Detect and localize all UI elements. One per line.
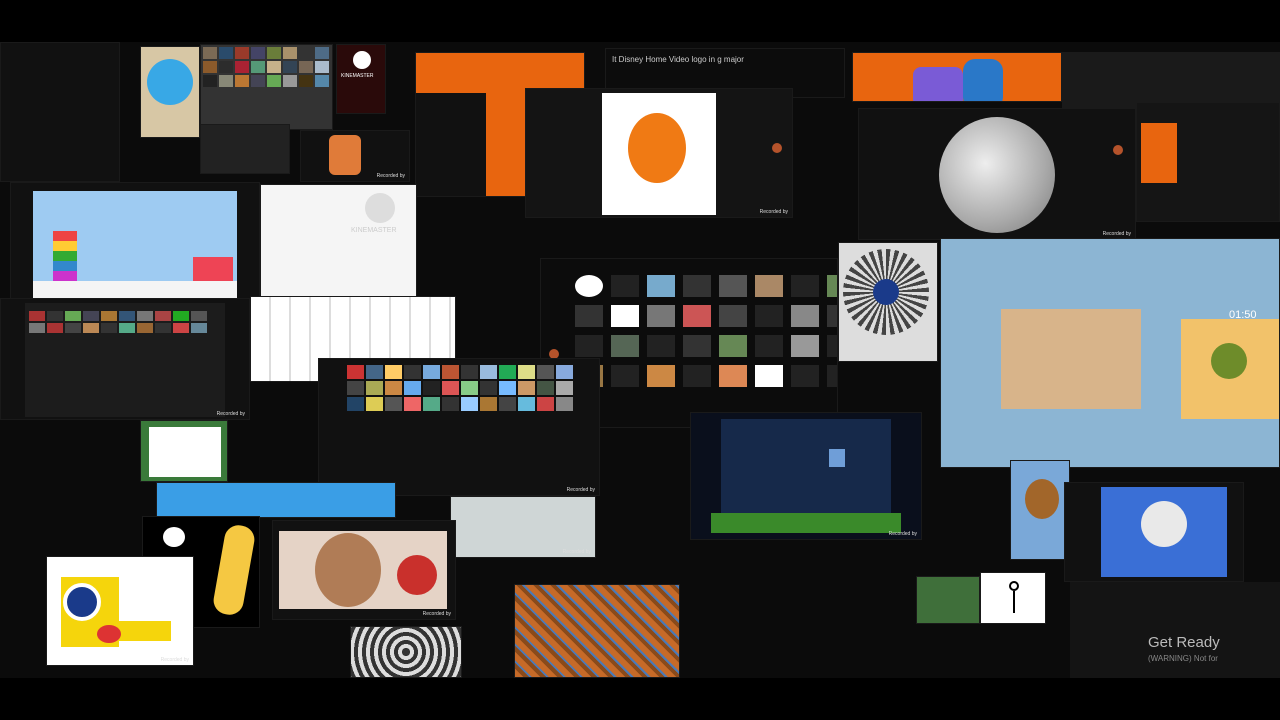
- gumball-icon: [147, 59, 193, 105]
- get-ready-text: Get Ready: [1148, 634, 1220, 651]
- kinemaster-logo-icon: [353, 51, 371, 69]
- recorded-watermark: Recorded by: [888, 531, 917, 537]
- cartoon-frame: [149, 427, 221, 477]
- recorded-watermark: Recorded by: [160, 657, 189, 663]
- white-tile: KINEMASTER: [260, 184, 417, 312]
- eye-icon: [63, 583, 101, 621]
- tower-tile: [10, 182, 260, 302]
- letterbox-bottom: [0, 678, 1280, 720]
- gumball-tile: [140, 46, 200, 138]
- tree-icon: [1025, 479, 1059, 519]
- astronaut-icon: [1141, 501, 1187, 547]
- video-title: It Disney Home Video logo in g major: [612, 55, 744, 64]
- big-mosaic-tile: Recorded by: [318, 358, 600, 496]
- stick-figure-icon: [1009, 581, 1019, 591]
- speech-bubble-icon: [163, 527, 185, 547]
- banana-character-icon: [211, 523, 257, 617]
- eye-tile: Recorded by: [46, 556, 194, 666]
- character-icon: [329, 135, 361, 175]
- small-mosaic: [200, 124, 290, 174]
- cartoon-hand-tile: [140, 420, 228, 482]
- kinemaster-logo-icon: [97, 625, 121, 643]
- recorded-watermark: Recorded by: [1102, 231, 1131, 237]
- blue-strip: [156, 482, 396, 518]
- spiral-icon: [350, 626, 462, 678]
- video-collage[interactable]: KINEMASTER Recorded by It Disney Home Vi…: [0, 42, 1280, 678]
- kinemaster-tile: KINEMASTER: [336, 44, 386, 114]
- elmo-tile: Recorded by: [525, 88, 793, 218]
- character-tile: Recorded by: [300, 130, 410, 182]
- night-scene: [721, 419, 891, 513]
- recorded-watermark: Recorded by: [566, 487, 595, 493]
- tree-tile: [1010, 460, 1070, 560]
- orange-shape: [1141, 123, 1177, 183]
- spiral-tile: [838, 242, 938, 362]
- cartoon-frame: [1181, 319, 1279, 419]
- elmo-frame: [602, 93, 716, 215]
- kinemaster-logo-icon: [365, 193, 395, 223]
- recorded-watermark: Recorded by: [562, 549, 591, 555]
- astronaut-tile: [1064, 482, 1244, 582]
- thumbnail-mosaic: [200, 44, 333, 130]
- dark-tile: [0, 42, 120, 182]
- warning-text: (WARNING) Not for: [1148, 654, 1218, 663]
- night-tile: Recorded by: [690, 412, 922, 540]
- spiral-icon: [843, 249, 929, 335]
- dark-tile: [1136, 102, 1280, 222]
- kinemaster-logo-icon: [772, 143, 782, 153]
- selfie-frame: [279, 531, 447, 609]
- screen-capture: [25, 303, 225, 417]
- moon-tile: Recorded by: [858, 108, 1136, 240]
- recorded-watermark: Recorded by: [422, 611, 451, 617]
- letterbox-top: [0, 0, 1280, 42]
- colorful-tile: [852, 52, 1062, 102]
- kinemaster-logo-icon: [119, 99, 120, 109]
- moon-icon: [939, 117, 1055, 233]
- apple-icon: [397, 555, 437, 595]
- kinemaster-logo-icon: [1113, 145, 1123, 155]
- cactus-icon: [1211, 343, 1247, 379]
- elmo-toy-icon: [628, 113, 686, 183]
- kinemaster-label: KINEMASTER: [351, 227, 397, 234]
- stick-figure-tile: [980, 572, 1046, 624]
- room-tile: 01:50: [940, 238, 1280, 468]
- recorded-watermark: Recorded by: [216, 411, 245, 417]
- recorded-watermark: Recorded by: [759, 209, 788, 215]
- selfie-tile: Recorded by: [272, 520, 456, 620]
- get-ready-panel: Get Ready (WARNING) Not for: [1070, 582, 1280, 678]
- sky-scene: [33, 191, 237, 301]
- texture-tile: [514, 584, 680, 678]
- toy-block-icon: [193, 257, 233, 281]
- green-tile: [916, 576, 980, 624]
- stacking-toy-icon: [53, 231, 77, 281]
- person-frame: [1001, 309, 1141, 409]
- astronaut-scene: [1101, 487, 1227, 577]
- screen-recording-tile: Recorded by: [0, 298, 250, 420]
- kinemaster-label: KINEMASTER: [341, 73, 374, 79]
- face-icon: [315, 533, 381, 607]
- snow-tile: Recorded by: [450, 496, 596, 558]
- recorded-watermark: Recorded by: [376, 173, 405, 179]
- timer: 01:50: [1229, 309, 1257, 321]
